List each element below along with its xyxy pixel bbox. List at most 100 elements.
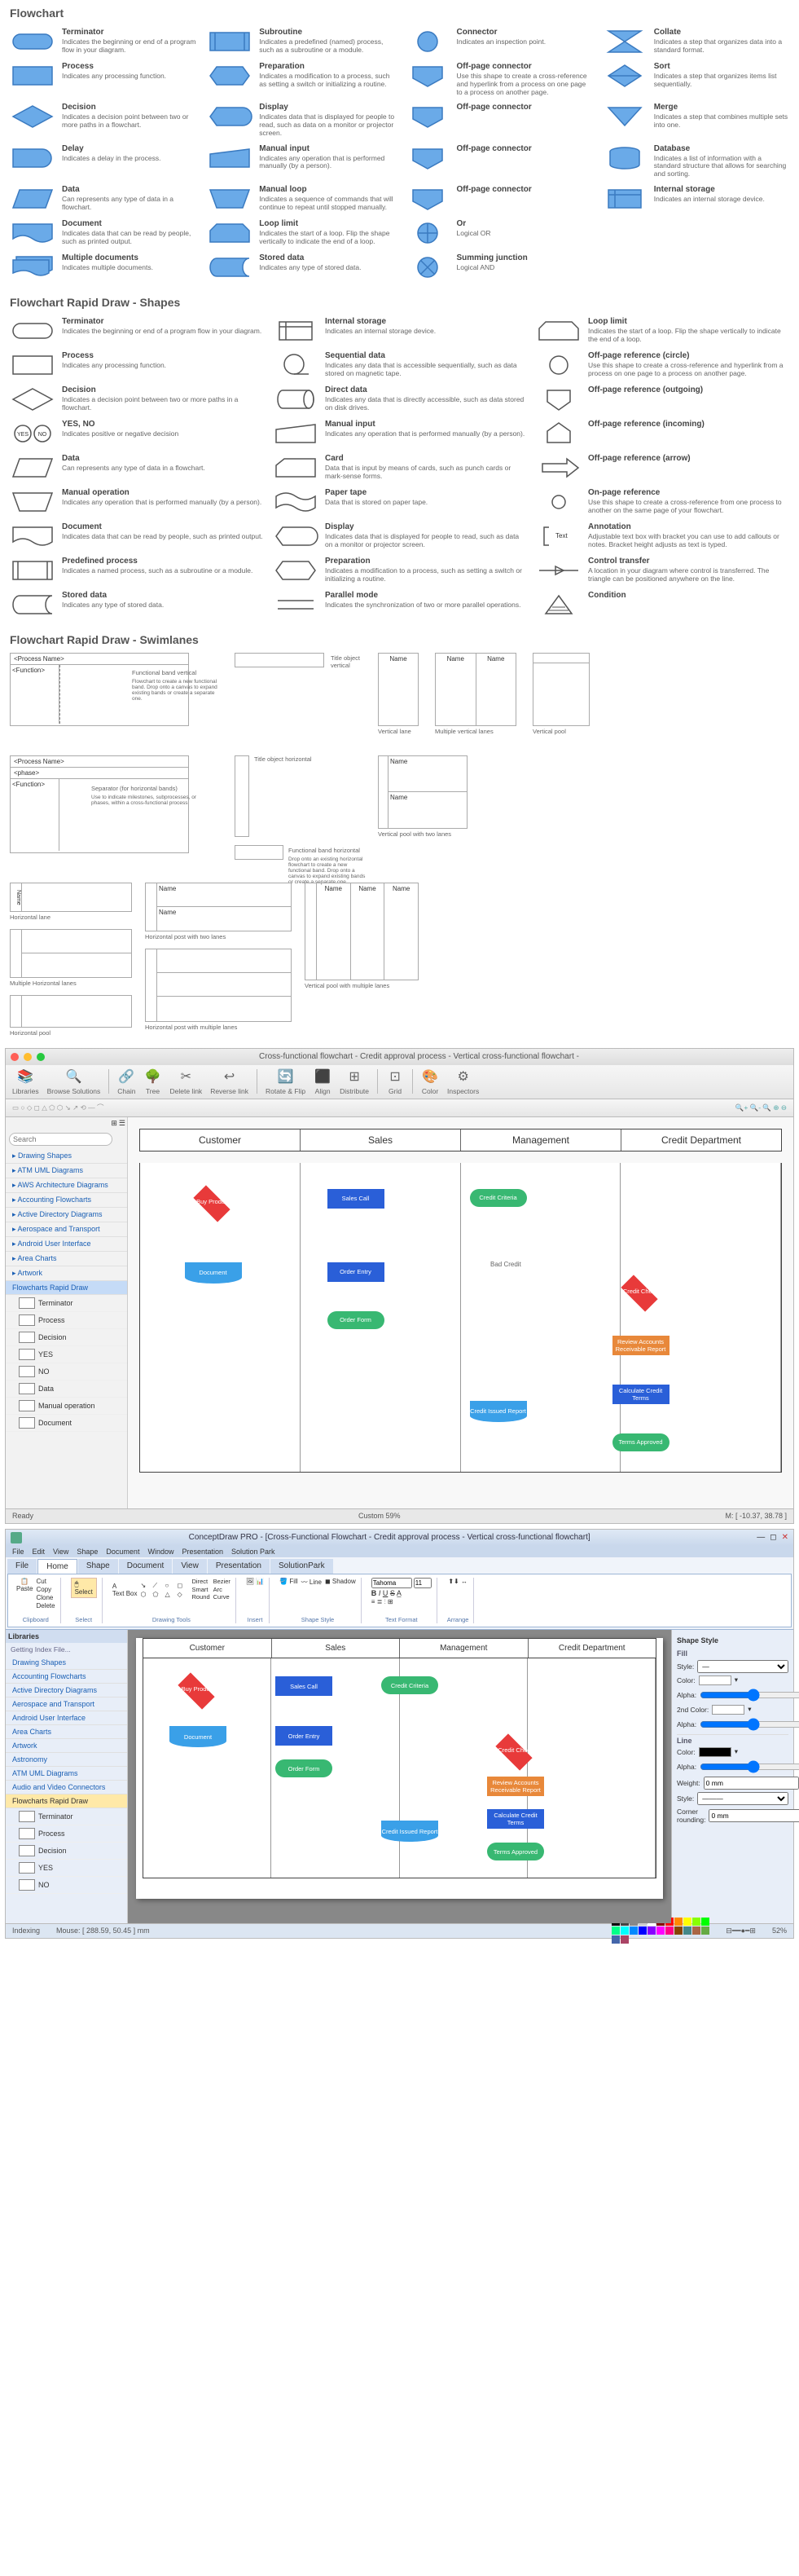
textbox-button[interactable]: AText Box (112, 1583, 138, 1597)
fill-color2-swatch[interactable] (712, 1705, 744, 1715)
sidebar-shape[interactable]: Process (6, 1312, 127, 1329)
palette-color[interactable] (621, 1935, 629, 1944)
sidebar-category[interactable]: ▸ Accounting Flowcharts (6, 1193, 127, 1208)
sidebar-category[interactable]: ▸ Aerospace and Transport (6, 1222, 127, 1237)
fill-alpha2-slider[interactable] (700, 1717, 799, 1732)
sidebar-category[interactable]: ATM UML Diagrams (6, 1767, 127, 1781)
fill-alpha-slider[interactable] (700, 1688, 799, 1702)
flowchart-node[interactable]: Sales Call (274, 1675, 334, 1698)
flowchart-node[interactable]: Buy Product (183, 1187, 244, 1217)
paste-button[interactable]: 📋Paste (16, 1578, 33, 1609)
palette-color[interactable] (701, 1918, 709, 1926)
sidebar-shape[interactable]: Data (6, 1380, 127, 1398)
flowchart-node[interactable]: Calculate Credit Terms (611, 1383, 671, 1406)
ribbon-tab-presentation[interactable]: Presentation (208, 1559, 270, 1574)
sidebar-category[interactable]: Accounting Flowcharts (6, 1670, 127, 1684)
line-weight-input[interactable] (704, 1777, 799, 1790)
mac-canvas[interactable]: CustomerSalesManagementCredit Department… (128, 1117, 793, 1508)
sidebar-shape[interactable]: Manual operation (6, 1398, 127, 1415)
flowchart-node[interactable]: Sales Call (326, 1187, 386, 1210)
palette-color[interactable] (612, 1935, 620, 1944)
sidebar-category[interactable]: Aerospace and Transport (6, 1698, 127, 1711)
sidebar-category[interactable]: ▸ Active Directory Diagrams (6, 1208, 127, 1222)
font-size-input[interactable] (414, 1578, 432, 1588)
menu-view[interactable]: View (53, 1548, 68, 1556)
menu-edit[interactable]: Edit (33, 1548, 46, 1556)
flowchart-node[interactable]: Order Entry (326, 1261, 386, 1284)
sidebar-category[interactable]: Audio and Video Connectors (6, 1781, 127, 1794)
sidebar-shape[interactable]: NO (6, 1363, 127, 1380)
flowchart-node[interactable]: Order Form (326, 1310, 386, 1331)
line-curve[interactable]: Curve (213, 1593, 230, 1601)
palette-color[interactable] (612, 1926, 620, 1935)
toolbar-browse-solutions[interactable]: 🔍Browse Solutions (47, 1068, 101, 1095)
sidebar-shape[interactable]: Document (6, 1415, 127, 1432)
minimize-icon[interactable] (24, 1053, 32, 1061)
flowchart-node[interactable]: Order Form (274, 1758, 334, 1779)
line-style-select[interactable]: ——— (697, 1792, 788, 1805)
menu-solution park[interactable]: Solution Park (231, 1548, 275, 1556)
flowchart-node[interactable]: Credit Issued Report (468, 1399, 529, 1424)
menu-presentation[interactable]: Presentation (182, 1548, 223, 1556)
status-zoom[interactable]: 52% (772, 1926, 787, 1935)
corner-rounding-input[interactable] (709, 1809, 799, 1822)
palette-color[interactable] (692, 1926, 700, 1935)
palette-color[interactable] (701, 1926, 709, 1935)
fill-color-swatch[interactable] (699, 1676, 731, 1685)
sidebar-category[interactable]: ▸ Area Charts (6, 1252, 127, 1266)
copy-button[interactable]: Copy (36, 1586, 55, 1593)
list-icon[interactable]: ☰ (119, 1119, 125, 1128)
cut-button[interactable]: Cut (36, 1578, 55, 1585)
line-smart[interactable]: Smart (192, 1586, 210, 1594)
toolbar-align[interactable]: ⬛Align (314, 1068, 331, 1095)
sidebar-shape[interactable]: Terminator (6, 1808, 127, 1825)
toolbar-tree[interactable]: 🌳Tree (144, 1068, 162, 1095)
menu-document[interactable]: Document (106, 1548, 139, 1556)
flowchart-node[interactable]: Document (183, 1261, 244, 1285)
sidebar-category[interactable]: Drawing Shapes (6, 1656, 127, 1670)
sidebar-shape[interactable]: Decision (6, 1843, 127, 1860)
toolbar-grid[interactable]: ⊡Grid (386, 1068, 404, 1095)
sidebar-shape[interactable]: NO (6, 1877, 127, 1894)
ribbon-tab-view[interactable]: View (173, 1559, 207, 1574)
line-arc[interactable]: Arc (213, 1586, 230, 1594)
sidebar-shape[interactable]: Process (6, 1825, 127, 1843)
palette-color[interactable] (683, 1918, 691, 1926)
toolbar-chain[interactable]: 🔗Chain (117, 1068, 135, 1095)
sidebar-category[interactable]: Area Charts (6, 1725, 127, 1739)
flowchart-node[interactable]: Calculate Credit Terms (485, 1808, 546, 1830)
drawing-shapes-gallery[interactable]: ↘⟋○◻⬡⬠△◇ (141, 1582, 189, 1598)
flowchart-node[interactable]: Credit Criteria (380, 1675, 440, 1696)
fill-button[interactable]: 🪣 Fill (279, 1578, 297, 1587)
line-button[interactable]: 〰 Line (301, 1578, 322, 1587)
flowchart-node[interactable]: Review Accounts Receivable Report (611, 1334, 671, 1357)
toolbar-inspectors[interactable]: ⚙Inspectors (447, 1068, 479, 1095)
sidebar-shape[interactable]: YES (6, 1346, 127, 1363)
menu-window[interactable]: Window (147, 1548, 173, 1556)
flowchart-node[interactable]: Order Entry (274, 1724, 334, 1747)
flowchart-node[interactable]: Credit Check (485, 1736, 546, 1765)
close-icon[interactable] (11, 1053, 19, 1061)
search-input[interactable] (9, 1133, 112, 1146)
toolbar-reverse-link[interactable]: ↩Reverse link (210, 1068, 248, 1095)
sidebar-category[interactable]: Active Directory Diagrams (6, 1684, 127, 1698)
shadow-button[interactable]: ◼ Shadow (325, 1578, 356, 1587)
status-zoom[interactable]: Custom 59% (358, 1512, 401, 1520)
close-icon[interactable]: ✕ (782, 1533, 788, 1542)
flowchart-node[interactable]: Review Accounts Receivable Report (485, 1775, 546, 1798)
toolbar-distribute[interactable]: ⊞Distribute (340, 1068, 369, 1095)
line-direct[interactable]: Direct (192, 1578, 210, 1586)
minimize-icon[interactable]: — (757, 1533, 765, 1542)
flowchart-node[interactable]: Terms Approved (611, 1432, 671, 1453)
select-button[interactable]: 🖱Select (71, 1578, 97, 1598)
sidebar-category[interactable]: ▸ AWS Architecture Diagrams (6, 1178, 127, 1193)
ribbon-tab-solutionpark[interactable]: SolutionPark (270, 1559, 333, 1574)
menu-file[interactable]: File (12, 1548, 24, 1556)
sidebar-shape[interactable]: Terminator (6, 1295, 127, 1312)
sidebar-category[interactable]: Artwork (6, 1739, 127, 1753)
palette-color[interactable] (674, 1918, 683, 1926)
zoom-icon[interactable] (37, 1053, 45, 1061)
maximize-icon[interactable]: ◻ (770, 1533, 776, 1542)
palette-color[interactable] (674, 1926, 683, 1935)
palette-color[interactable] (630, 1926, 638, 1935)
